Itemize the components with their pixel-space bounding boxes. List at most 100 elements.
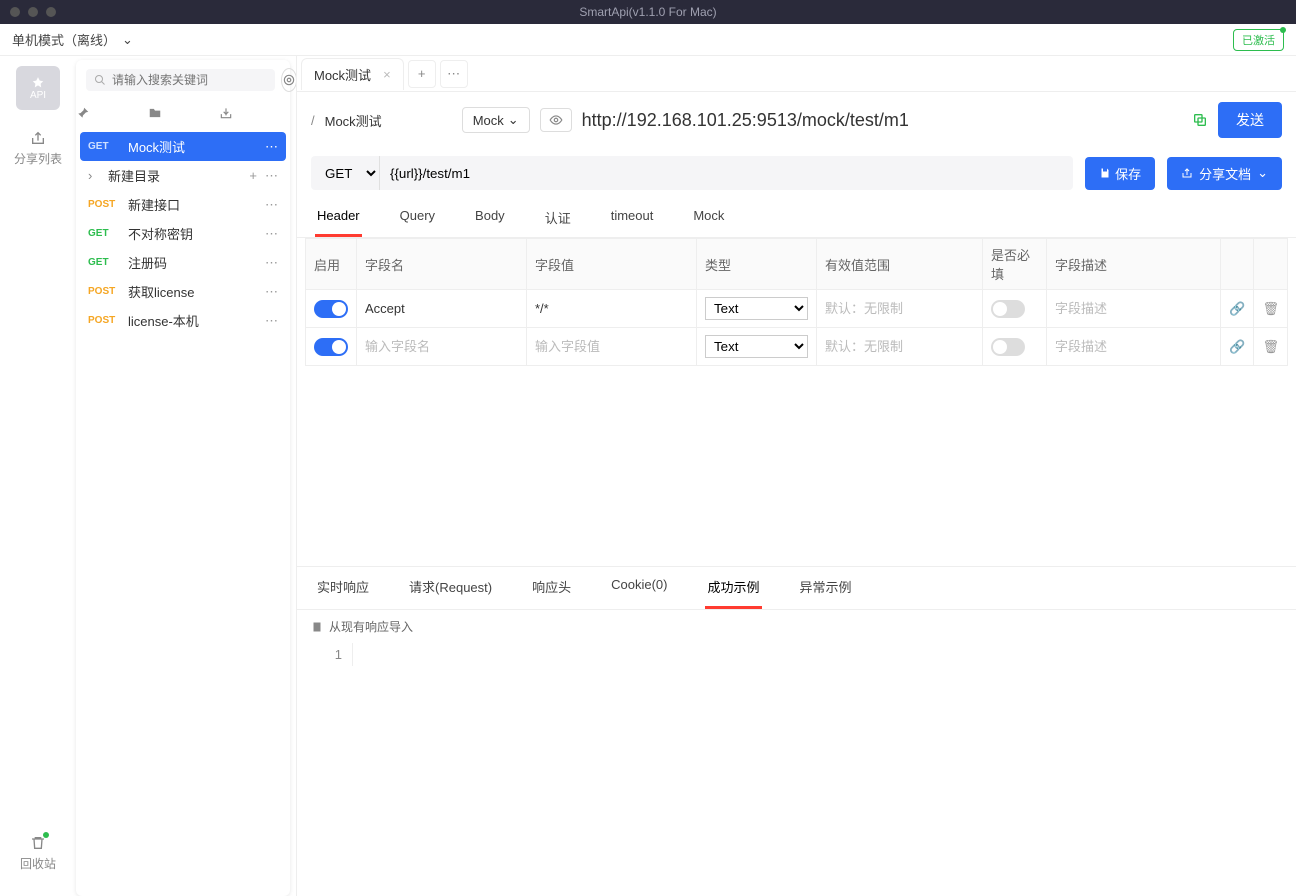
api-item-license-local[interactable]: POST license-本机 ⋯	[80, 306, 286, 335]
link-icon[interactable]: 🔗	[1229, 301, 1245, 316]
mode-selector[interactable]: 单机模式（离线） ⌄	[12, 30, 133, 49]
col-name: 字段名	[357, 239, 527, 290]
rail-trash[interactable]: 回收站	[20, 835, 56, 872]
plus-icon[interactable]: +	[249, 168, 257, 183]
subtab-auth[interactable]: 认证	[543, 198, 573, 237]
api-item-label: Mock测试	[128, 137, 257, 156]
subtab-header[interactable]: Header	[315, 198, 362, 237]
col-range: 有效值范围	[817, 239, 983, 290]
chevron-down-icon: ⌄	[1257, 165, 1268, 181]
target-icon	[282, 73, 296, 87]
resp-tab-headers[interactable]: 响应头	[530, 567, 573, 609]
table-row: Text 🔗 🗑	[306, 328, 1288, 366]
subtab-mock[interactable]: Mock	[691, 198, 726, 237]
save-button[interactable]: 保存	[1085, 157, 1155, 190]
import-response-link[interactable]: 从现有响应导入	[297, 610, 1296, 643]
col-required: 是否必填	[983, 239, 1047, 290]
rail-share-label: 分享列表	[14, 150, 62, 167]
window-controls[interactable]	[10, 7, 56, 17]
search-box[interactable]	[86, 69, 275, 91]
delete-icon[interactable]: 🗑	[1262, 301, 1279, 316]
tab-more-button[interactable]: ⋯	[440, 60, 468, 88]
max-window[interactable]	[46, 7, 56, 17]
resp-tab-live[interactable]: 实时响应	[315, 567, 371, 609]
more-icon[interactable]: ⋯	[265, 139, 278, 155]
copy-url-button[interactable]	[1192, 112, 1208, 128]
search-settings-button[interactable]	[281, 68, 297, 92]
range-input[interactable]	[825, 339, 974, 354]
more-icon[interactable]: ⋯	[265, 255, 278, 271]
close-window[interactable]	[10, 7, 20, 17]
resp-tab-success[interactable]: 成功示例	[705, 567, 761, 609]
type-select[interactable]: Text	[705, 335, 808, 358]
rail-api[interactable]: API	[16, 66, 60, 110]
field-value-input[interactable]	[535, 339, 688, 354]
search-input[interactable]	[112, 73, 267, 87]
desc-input[interactable]	[1055, 301, 1212, 316]
link-icon[interactable]: 🔗	[1229, 339, 1245, 354]
api-item-get-license[interactable]: POST 获取license ⋯	[80, 277, 286, 306]
url-row: / Mock测试 Mock ⌄ http://192.168.101.25:95…	[297, 92, 1296, 148]
more-icon[interactable]: ⋯	[265, 284, 278, 300]
api-item-label: 获取license	[128, 282, 257, 301]
subtab-query[interactable]: Query	[398, 198, 437, 237]
response-editor[interactable]: 1	[297, 643, 1296, 666]
trash-icon	[30, 835, 46, 851]
request-tab[interactable]: Mock测试 ×	[301, 58, 404, 90]
request-builder-row: GET 保存 分享文档 ⌄	[297, 148, 1296, 198]
enable-toggle[interactable]	[314, 300, 348, 318]
mock-dropdown[interactable]: Mock ⌄	[462, 107, 530, 133]
send-button[interactable]: 发送	[1218, 102, 1282, 138]
more-icon[interactable]: ⋯	[265, 197, 278, 213]
close-icon[interactable]: ×	[383, 67, 391, 82]
more-icon[interactable]: ⋯	[265, 313, 278, 329]
request-tabbar: Mock测试 × + ⋯	[297, 56, 1296, 92]
api-item-new-folder[interactable]: › 新建目录 + ⋯	[80, 161, 286, 190]
api-item-asymmetric-key[interactable]: GET 不对称密钥 ⋯	[80, 219, 286, 248]
field-value-input[interactable]	[535, 301, 688, 316]
editor-content[interactable]	[353, 643, 1296, 666]
sidebar-pin-button[interactable]	[76, 106, 147, 120]
mode-label: 单机模式（离线）	[12, 30, 116, 49]
tab-label: Mock测试	[314, 65, 371, 84]
method-tag: POST	[88, 286, 120, 297]
api-icon: API	[16, 66, 60, 110]
min-window[interactable]	[28, 7, 38, 17]
field-name-input[interactable]	[365, 339, 518, 354]
breadcrumb[interactable]: Mock测试	[325, 111, 382, 130]
sidebar: GET Mock测试 ⋯ › 新建目录 + ⋯ POST 新建接口 ⋯ GET …	[76, 60, 290, 896]
subtab-timeout[interactable]: timeout	[609, 198, 656, 237]
required-toggle[interactable]	[991, 300, 1025, 318]
subtab-body[interactable]: Body	[473, 198, 507, 237]
resp-tab-cookie[interactable]: Cookie(0)	[609, 567, 669, 609]
rail-share[interactable]: 分享列表	[14, 130, 62, 167]
resp-tab-error[interactable]: 异常示例	[798, 567, 854, 609]
enable-toggle[interactable]	[314, 338, 348, 356]
api-item-mock-test[interactable]: GET Mock测试 ⋯	[80, 132, 286, 161]
preview-button[interactable]	[540, 108, 572, 132]
search-icon	[94, 74, 106, 86]
line-gutter: 1	[297, 643, 353, 666]
method-select[interactable]: GET	[311, 156, 380, 190]
required-toggle[interactable]	[991, 338, 1025, 356]
field-name-input[interactable]	[365, 301, 518, 316]
api-item-register-code[interactable]: GET 注册码 ⋯	[80, 248, 286, 277]
desc-input[interactable]	[1055, 339, 1212, 354]
method-tag: POST	[88, 199, 120, 210]
sidebar-export-button[interactable]	[219, 106, 290, 120]
more-icon[interactable]: ⋯	[265, 226, 278, 242]
chevron-right-icon: ›	[88, 168, 100, 183]
activated-badge[interactable]: 已激活	[1233, 29, 1284, 51]
new-tab-button[interactable]: +	[408, 60, 436, 88]
delete-icon[interactable]: 🗑	[1262, 339, 1279, 354]
api-list: GET Mock测试 ⋯ › 新建目录 + ⋯ POST 新建接口 ⋯ GET …	[76, 126, 290, 341]
path-input[interactable]	[380, 166, 1073, 181]
share-doc-button[interactable]: 分享文档 ⌄	[1167, 157, 1282, 190]
share-icon	[30, 130, 46, 146]
resp-tab-request[interactable]: 请求(Request)	[407, 567, 494, 609]
range-input[interactable]	[825, 301, 974, 316]
more-icon[interactable]: ⋯	[265, 168, 278, 184]
sidebar-folder-button[interactable]	[148, 106, 219, 120]
type-select[interactable]: Text	[705, 297, 808, 320]
api-item-new-api[interactable]: POST 新建接口 ⋯	[80, 190, 286, 219]
